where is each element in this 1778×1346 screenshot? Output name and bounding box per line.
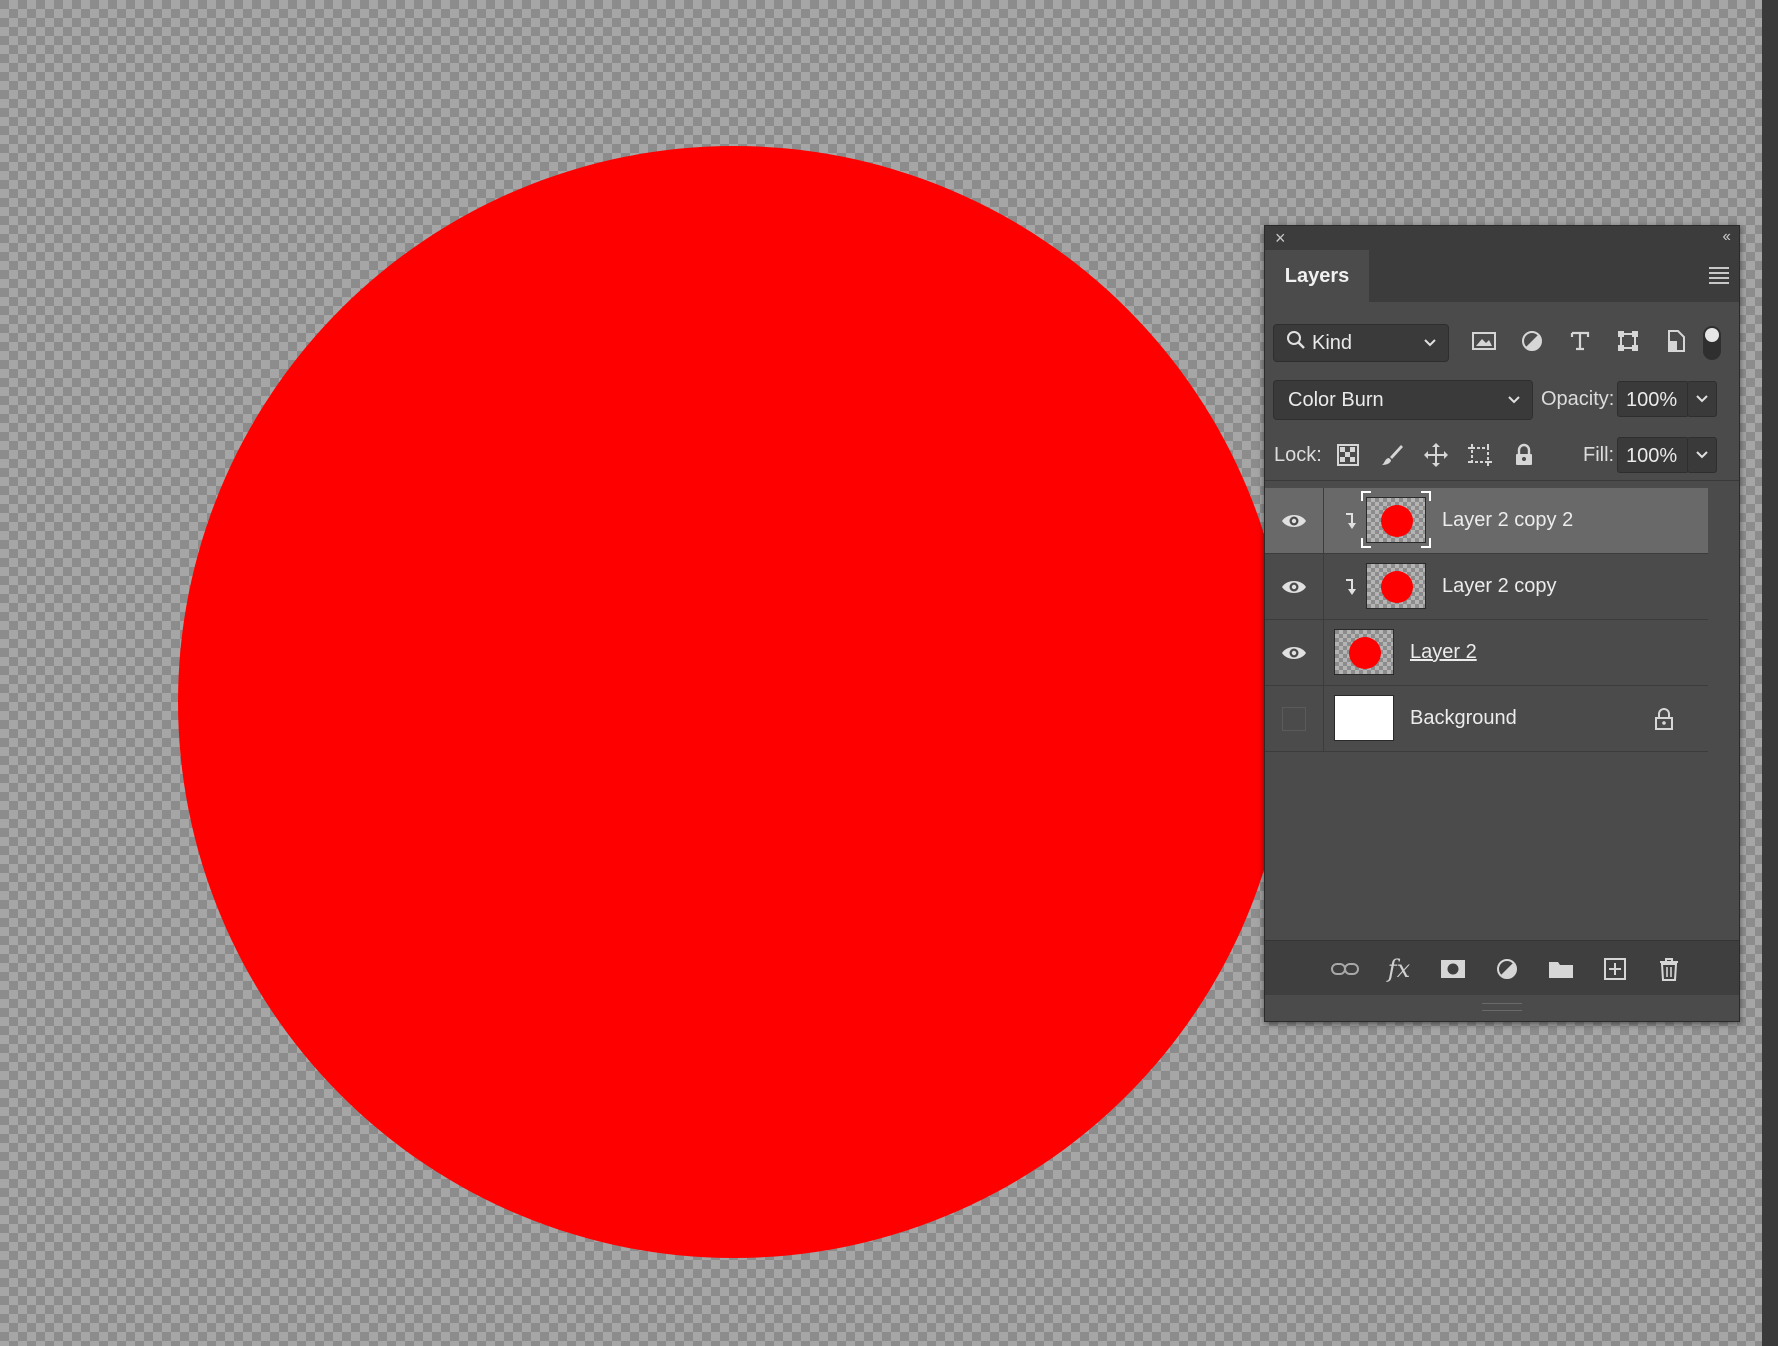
link-layers-icon[interactable] — [1329, 953, 1361, 985]
canvas-right-edge — [1762, 0, 1778, 1346]
search-icon — [1286, 330, 1306, 356]
panel-titlebar: × ‹‹ — [1265, 226, 1739, 250]
lock-all-icon[interactable] — [1509, 440, 1539, 470]
lock-image-pixels-icon[interactable] — [1377, 440, 1407, 470]
smart-object-filter-icon[interactable] — [1661, 326, 1691, 356]
delete-layer-icon[interactable] — [1653, 953, 1685, 985]
visibility-toggle[interactable] — [1265, 554, 1324, 619]
lock-row: Lock: Fill: 100% — [1265, 430, 1739, 481]
chevron-down-icon — [1422, 331, 1438, 359]
shape-filter-icon[interactable] — [1613, 326, 1643, 356]
opacity-label: Opacity: — [1541, 388, 1615, 410]
eye-icon — [1282, 646, 1306, 659]
type-filter-icon[interactable] — [1565, 326, 1595, 356]
blend-mode-value: Color Burn — [1288, 389, 1384, 411]
close-icon[interactable]: × — [1275, 228, 1286, 249]
layer-name[interactable]: Layer 2 copy — [1442, 575, 1557, 598]
fill-label: Fill: — [1583, 444, 1615, 466]
layers-bottom-toolbar: fx — [1265, 940, 1739, 996]
bottom-icons: fx — [1329, 953, 1685, 985]
adjustment-filter-icon[interactable] — [1517, 326, 1547, 356]
add-mask-icon[interactable] — [1437, 953, 1469, 985]
tab-layers[interactable]: Layers — [1265, 250, 1369, 302]
hidden-visibility-box — [1282, 706, 1306, 731]
eye-icon — [1282, 514, 1306, 527]
layer-name[interactable]: Layer 2 — [1410, 641, 1477, 664]
panel-resize-grip[interactable] — [1265, 995, 1739, 1021]
layer-thumbnail — [1334, 629, 1394, 675]
lock-artboard-icon[interactable] — [1465, 440, 1495, 470]
image-filter-icon[interactable] — [1469, 326, 1499, 356]
chevron-down-icon — [1506, 387, 1522, 417]
visibility-toggle[interactable] — [1265, 686, 1324, 751]
chevron-down-icon — [1696, 451, 1708, 459]
new-layer-icon[interactable] — [1599, 953, 1631, 985]
layer-row-layer-2-copy[interactable]: Layer 2 copy — [1265, 554, 1708, 620]
filter-row: Kind — [1265, 316, 1739, 366]
visibility-toggle[interactable] — [1265, 620, 1324, 685]
clipping-arrow-icon — [1346, 579, 1356, 595]
layer-row-layer-2[interactable]: Layer 2 — [1265, 620, 1708, 686]
opacity-dropdown-button[interactable] — [1687, 381, 1717, 417]
blend-row: Color Burn Opacity: 100% — [1265, 374, 1739, 424]
fill-dropdown-button[interactable] — [1687, 437, 1717, 473]
layers-list: Layer 2 copy 2 Layer 2 copy Layer 2 Back… — [1265, 488, 1708, 752]
clipping-arrow-icon — [1346, 513, 1356, 529]
layer-thumbnail — [1366, 497, 1426, 543]
lock-position-icon[interactable] — [1421, 440, 1451, 470]
lock-icons — [1333, 440, 1539, 470]
panel-tabs: Layers — [1265, 250, 1739, 302]
layer-thumbnail — [1366, 563, 1426, 609]
collapse-panel-icon[interactable]: ‹‹ — [1722, 228, 1731, 246]
blend-mode-select[interactable]: Color Burn — [1273, 380, 1533, 420]
lock-transparent-pixels-icon[interactable] — [1333, 440, 1363, 470]
thumbnail-red-dot — [1381, 505, 1413, 537]
adjustment-layer-icon[interactable] — [1491, 953, 1523, 985]
visibility-toggle[interactable] — [1265, 488, 1324, 553]
fx-icon[interactable]: fx — [1383, 953, 1415, 985]
layer-name[interactable]: Background — [1410, 707, 1517, 730]
fill-input[interactable]: 100% — [1617, 437, 1689, 473]
filter-type-icons — [1469, 326, 1691, 356]
kind-filter-select[interactable]: Kind — [1273, 324, 1449, 362]
red-circle-artwork — [178, 146, 1290, 1258]
chevron-down-icon — [1696, 395, 1708, 403]
layer-name[interactable]: Layer 2 copy 2 — [1442, 509, 1573, 532]
thumbnail-red-dot — [1381, 571, 1413, 603]
thumbnail-red-dot — [1349, 637, 1381, 669]
fx-label: fx — [1387, 955, 1411, 983]
layer-row-layer-2-copy-2[interactable]: Layer 2 copy 2 — [1265, 488, 1708, 554]
lock-label: Lock: — [1274, 444, 1322, 466]
new-group-icon[interactable] — [1545, 953, 1577, 985]
layer-lock-icon[interactable] — [1654, 707, 1674, 731]
layer-thumbnail — [1334, 695, 1394, 741]
layer-row-background[interactable]: Background — [1265, 686, 1708, 752]
kind-filter-label: Kind — [1312, 331, 1353, 354]
eye-icon — [1282, 580, 1306, 593]
panel-menu-icon[interactable] — [1709, 267, 1729, 287]
layers-panel: × ‹‹ Layers Kind Color Burn Opacity: 100… — [1264, 225, 1740, 1022]
opacity-input[interactable]: 100% — [1617, 381, 1689, 417]
filter-toggle-switch[interactable] — [1703, 326, 1721, 360]
